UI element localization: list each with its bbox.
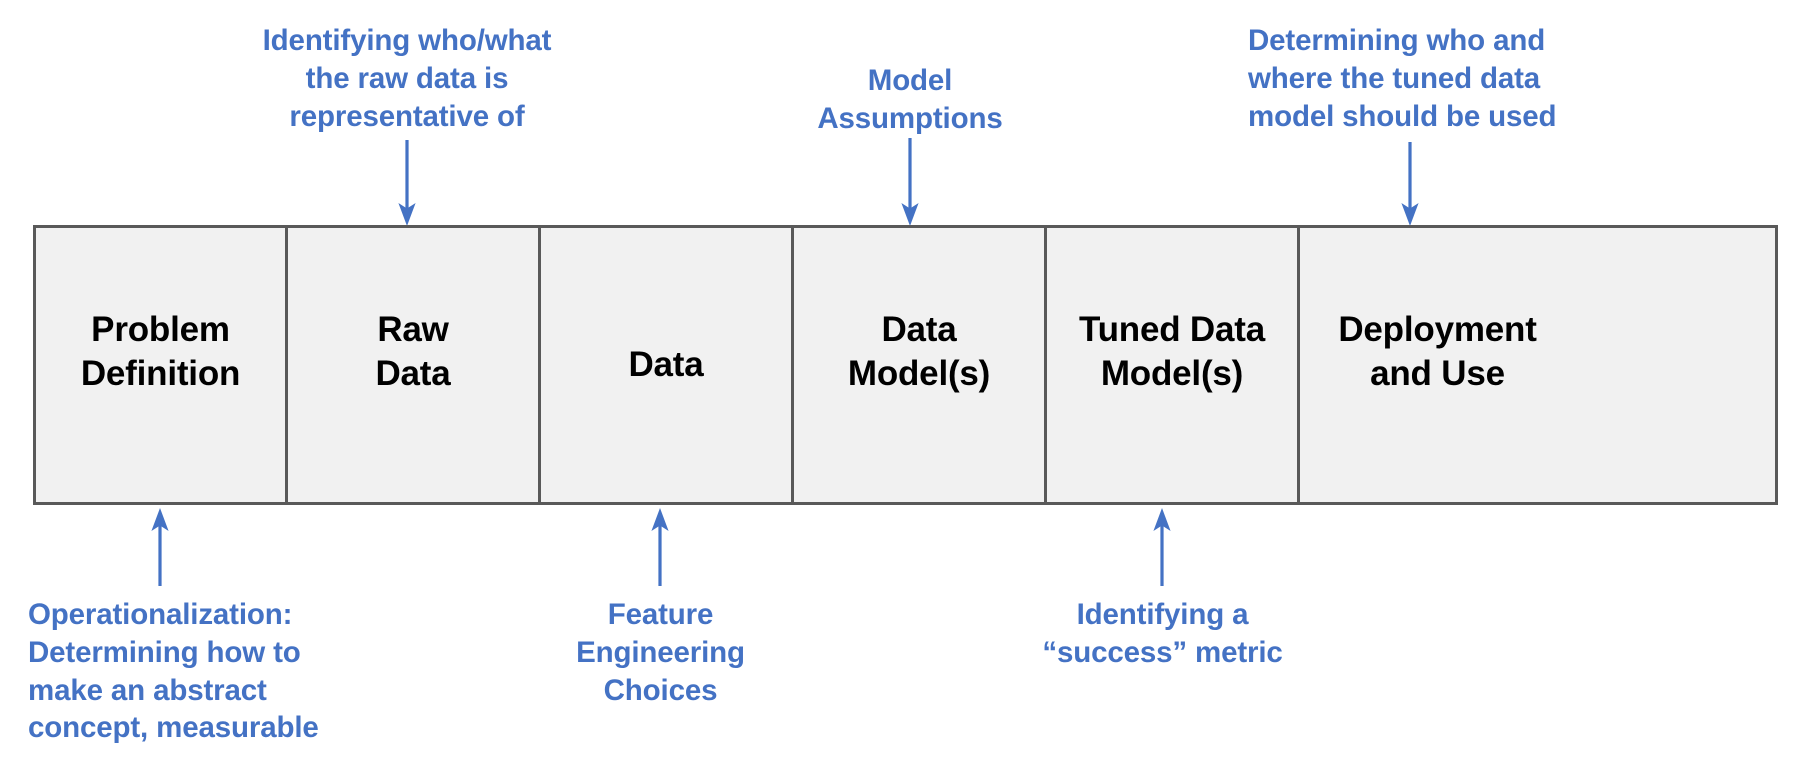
arrow-down-to-raw-data <box>392 140 422 228</box>
arrow-down-to-data-models <box>895 138 925 228</box>
annotation-feature-engineering: Feature Engineering Choices <box>576 598 745 707</box>
stage-box-tuned-data-models[interactable]: Tuned Data Model(s) <box>1047 228 1300 502</box>
stage-box-data-models[interactable]: Data Model(s) <box>794 228 1047 502</box>
stage-label-raw-data: Raw Data <box>375 309 451 393</box>
arrow-up-to-tuned-data-models <box>1147 508 1177 586</box>
annotation-model-assumptions: Model Assumptions <box>817 64 1003 135</box>
arrow-up-to-data <box>645 508 675 586</box>
stage-label-deployment-and-use: Deployment and Use <box>1338 309 1537 393</box>
diagram-canvas: Identifying who/what the raw data is rep… <box>0 0 1812 757</box>
stage-box-raw-data[interactable]: Raw Data <box>288 228 541 502</box>
stage-box-problem-definition[interactable]: Problem Definition <box>36 228 288 502</box>
arrow-down-to-deployment <box>1395 142 1425 228</box>
stage-box-data[interactable]: Data <box>541 228 794 502</box>
annotation-success-metric: Identifying a “success” metric <box>1042 598 1283 669</box>
pipeline-strip: Problem Definition Raw Data Data Data Mo… <box>33 225 1778 505</box>
annotation-deployment-who-where: Determining who and where the tuned data… <box>1248 24 1557 133</box>
stage-label-problem-definition: Problem Definition <box>80 309 241 393</box>
stage-label-data-models: Data Model(s) <box>847 309 991 393</box>
stage-box-deployment-and-use[interactable]: Deployment and Use <box>1300 228 1575 502</box>
arrow-up-to-problem-definition <box>145 508 175 586</box>
stage-label-data: Data <box>628 344 704 384</box>
annotation-raw-data-representativeness: Identifying who/what the raw data is rep… <box>262 24 552 133</box>
stage-label-tuned-data-models: Tuned Data Model(s) <box>1079 309 1265 393</box>
annotation-operationalization: Operationalization: Determining how to m… <box>28 598 319 745</box>
